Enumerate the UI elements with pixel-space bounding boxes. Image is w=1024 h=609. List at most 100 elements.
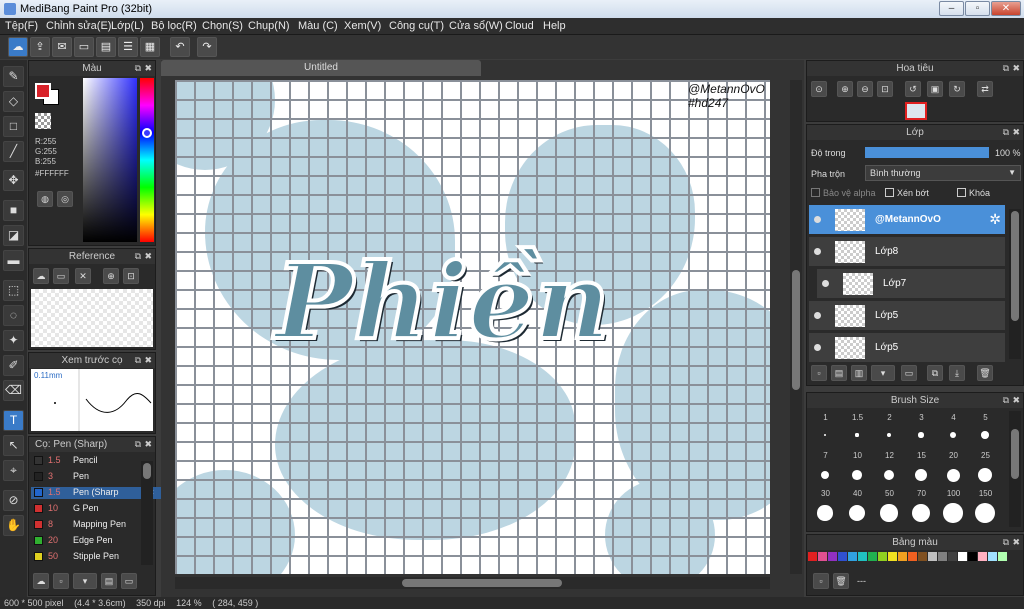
panel-close-icon[interactable]: ✖ [1012,393,1020,408]
pin-icon[interactable]: ⧉ [135,437,141,452]
pin-icon[interactable]: ⧉ [135,249,141,264]
fit-icon[interactable]: ⊡ [123,268,139,284]
lock-checkbox[interactable] [957,188,966,197]
delete-ref-icon[interactable]: ✕ [75,268,91,284]
dropper-icon[interactable]: ⊘ [3,490,24,511]
flip-icon[interactable]: ⇄ [977,81,993,97]
palette-swatch[interactable] [858,552,867,561]
brush-size-option[interactable]: 100 [938,489,969,523]
horizontal-scroll-thumb[interactable] [402,579,562,587]
brush-list-scroll-thumb[interactable] [143,463,151,479]
hue-slider[interactable] [140,78,154,242]
eyedropper-icon[interactable]: ⌖ [3,460,24,481]
brush-size-option[interactable]: 50 [874,489,905,522]
panel-close-icon[interactable]: ✖ [144,437,152,452]
brush-size-option[interactable]: 5 [970,413,1001,444]
palette-swatch[interactable] [958,552,967,561]
panel-close-icon[interactable]: ✖ [1012,125,1020,140]
cloud-brush-icon[interactable]: ☁ [33,573,49,589]
transparent-color-swatch[interactable] [35,113,51,129]
copy-brush-icon[interactable]: ▤ [101,573,117,589]
open-folder-icon[interactable]: ▭ [53,268,69,284]
panel-close-icon[interactable]: ✖ [144,61,152,76]
new-layer-copy-icon[interactable]: ▤ [831,365,847,381]
menu-select[interactable]: Chọn(S) [202,20,243,32]
layer-row[interactable]: Lớp5 [809,333,1005,363]
palette-swatch[interactable] [868,552,877,561]
brush-size-option[interactable]: 150 [970,489,1001,523]
palette-swatch[interactable] [898,552,907,561]
layer-folder-icon[interactable]: ▭ [901,365,917,381]
menu-cloud[interactable]: Cloud [505,20,534,32]
cloud-icon[interactable]: ☁ [8,37,28,57]
maximize-button[interactable]: ▫ [965,1,990,16]
redo-icon[interactable]: ↷ [197,37,217,57]
comment-icon[interactable]: ✉ [52,37,72,57]
layer-row[interactable]: Lớp8 [809,237,1005,267]
layer-row[interactable]: Lớp7 [817,269,1005,299]
panel-close-icon[interactable]: ✖ [1012,535,1020,550]
document-icon[interactable]: ▤ [96,37,116,57]
brush-size-option[interactable]: 1 [810,413,841,444]
layer-row[interactable]: @MetannOvO ✲ [809,205,1005,235]
delete-palette-icon[interactable]: 🗑 [833,573,849,589]
brush-size-option[interactable]: 15 [906,451,937,482]
eye-icon[interactable] [814,216,821,223]
rotate-left-icon[interactable]: ↺ [905,81,921,97]
palette-swatch[interactable] [888,552,897,561]
pin-icon[interactable]: ⧉ [135,61,141,76]
line-tool-icon[interactable]: ╱ [3,141,24,162]
brush-size-option[interactable]: 40 [842,489,873,522]
palette-swatch[interactable] [948,552,957,561]
pin-icon[interactable]: ⧉ [1003,535,1009,550]
layer-list-scrollbar[interactable] [1009,209,1021,359]
text-tool-icon[interactable]: T [3,410,24,431]
menu-filter[interactable]: Bộ lọc(R) [151,20,197,32]
palette-swatch[interactable] [838,552,847,561]
eye-icon[interactable] [814,344,821,351]
undo-icon[interactable]: ↶ [170,37,190,57]
menu-view[interactable]: Xem(V) [344,20,381,32]
rect-tool-icon[interactable]: □ [3,116,24,137]
new-layer-icon[interactable]: ▫ [811,365,827,381]
vertical-scroll-thumb[interactable] [792,270,800,390]
brush-size-option[interactable]: 20 [938,451,969,482]
brush-size-option[interactable]: 25 [970,451,1001,483]
brush-size-scroll-thumb[interactable] [1011,429,1019,479]
brush-size-option[interactable]: 30 [810,489,841,521]
move-tool-icon[interactable]: ✥ [3,170,24,191]
pin-icon[interactable]: ⧉ [135,353,141,368]
panel-close-icon[interactable]: ✖ [144,249,152,264]
lasso-tool-icon[interactable]: ◌ [3,305,24,326]
foreground-color-swatch[interactable] [35,83,51,99]
brush-size-scrollbar[interactable] [1009,411,1021,527]
list-icon[interactable]: ☰ [118,37,138,57]
reference-area[interactable] [31,289,153,347]
palette-swatch[interactable] [938,552,947,561]
hue-handle[interactable] [142,128,152,138]
layer-row[interactable]: Lớp5 [809,301,1005,331]
gradient-tool-icon[interactable]: ▬ [3,250,24,271]
menu-edit[interactable]: Chỉnh sửa(E) [46,20,111,32]
brush-size-option[interactable]: 1.5 [842,413,873,444]
palette-swatch[interactable] [878,552,887,561]
panel-close-icon[interactable]: ✖ [144,353,152,368]
new-palette-icon[interactable]: ▫ [813,573,829,589]
hand-tool-icon[interactable]: ✋ [3,515,24,536]
drawing-canvas[interactable]: Phiền @MetannOvO #hd247 [175,80,770,574]
actual-size-icon[interactable]: ⊡ [877,81,893,97]
pin-icon[interactable]: ⧉ [1003,125,1009,140]
pin-icon[interactable]: ⧉ [1003,61,1009,76]
zoom-in-icon[interactable]: ⊕ [837,81,853,97]
operation-tool-icon[interactable]: ↖ [3,435,24,456]
palette-icon[interactable]: ◍ [37,191,53,207]
select-pen-icon[interactable]: ✐ [3,355,24,376]
menu-tools[interactable]: Công cụ(T) [389,20,444,32]
menu-color[interactable]: Màu (C) [298,20,338,32]
pin-icon[interactable]: ⧉ [1003,393,1009,408]
eye-icon[interactable] [814,312,821,319]
close-button[interactable]: ✕ [991,1,1021,16]
add-layer-menu-icon[interactable]: ▾ [871,365,895,381]
brush-size-option[interactable]: 12 [874,451,905,482]
brush-size-option[interactable]: 10 [842,451,873,482]
